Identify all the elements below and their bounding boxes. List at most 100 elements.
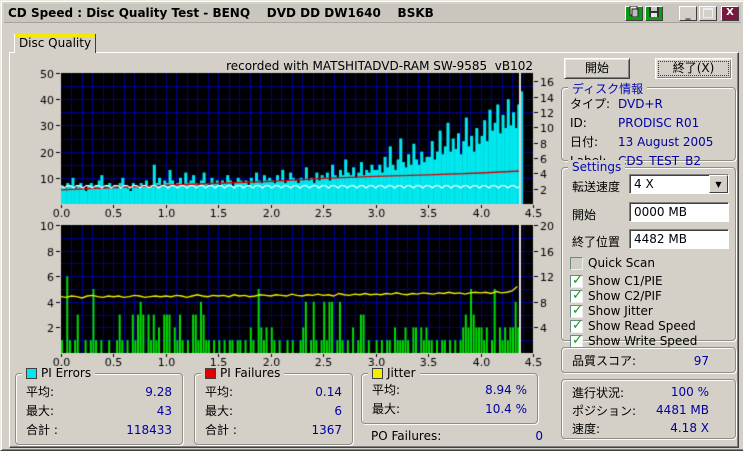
check-icon: ✓: [572, 287, 583, 303]
pi-errors-legend-swatch: [26, 367, 37, 379]
check-icon: ✓: [572, 317, 583, 333]
quality-score-label: 品質スコア:: [572, 354, 637, 368]
tab-label: Disc Quality: [18, 36, 92, 50]
po-failures-value: 0: [535, 428, 543, 443]
checkbox-box[interactable]: [570, 256, 583, 270]
show-jitter-checkbox[interactable]: ✓ Show Jitter: [570, 302, 653, 318]
position-value: 4481 MB: [656, 403, 709, 417]
checkbox-label: Show C2/PIF: [588, 289, 662, 303]
show-write-speed-checkbox[interactable]: ✓ Show Write Speed: [570, 332, 698, 348]
settings-box: Settings 転送速度 4 X ▼ 開始 0000 MB 終了位置 4482…: [561, 160, 736, 348]
check-icon: ✓: [572, 332, 583, 348]
jitter-title: Jitter: [387, 366, 416, 380]
start-pos-field[interactable]: 0000 MB: [629, 202, 729, 222]
checkbox-box[interactable]: ✓: [570, 287, 583, 303]
po-failures-row: PO Failures: 0: [363, 426, 551, 445]
jitter-legend-swatch: [372, 367, 383, 379]
checkbox-label: Show Read Speed: [588, 319, 696, 333]
disc-date-value: 13 August 2005: [618, 134, 714, 149]
progress-value: 100 %: [670, 385, 709, 399]
pi-errors-chart: [31, 60, 557, 222]
disc-id-value: PRODISC R01: [618, 115, 700, 130]
window-title: CD Speed : Disc Quality Test - BENQ DVD …: [8, 6, 434, 20]
progress-label: 進行状況:: [572, 385, 625, 400]
max-label: 最大:: [26, 404, 55, 418]
disc-type-value: DVD+R: [618, 96, 663, 111]
total-label: 合計 :: [26, 423, 58, 437]
minimize-icon: _: [685, 9, 691, 20]
checkbox-label: Show Jitter: [588, 304, 653, 318]
show-c1-pie-checkbox[interactable]: ✓ Show C1/PIE: [570, 272, 663, 288]
jitter-avg: 8.94 %: [485, 382, 527, 397]
disc-info-title: ディスク情報: [568, 80, 648, 97]
check-icon: ✓: [572, 302, 583, 318]
chevron-down-icon[interactable]: ▼: [709, 175, 728, 193]
minimize-button[interactable]: _: [679, 5, 697, 21]
checkbox-label: Quick Scan: [588, 256, 655, 270]
speed-label: 速度:: [572, 421, 601, 436]
check-icon: ✓: [572, 272, 583, 288]
avg-label: 平均:: [372, 383, 401, 397]
end-pos-field[interactable]: 4482 MB: [629, 229, 729, 249]
pi-failures-stats-box: PI Failures 平均: 0.14 最大: 6 合計 : 1367: [194, 366, 353, 445]
quick-scan-checkbox[interactable]: Quick Scan: [570, 256, 655, 270]
pi-errors-total: 118433: [126, 422, 172, 437]
jitter-max: 10.4 %: [485, 401, 527, 416]
disc-date-label: 日付:: [570, 135, 599, 149]
show-read-speed-checkbox[interactable]: ✓ Show Read Speed: [570, 317, 696, 333]
checkbox-box[interactable]: ✓: [570, 272, 583, 288]
copy-to-clipboard-button[interactable]: [625, 5, 643, 21]
settings-title: Settings: [568, 160, 626, 174]
position-label: ポジション:: [572, 403, 637, 418]
checkbox-box[interactable]: ✓: [570, 317, 583, 333]
show-c2-pif-checkbox[interactable]: ✓ Show C2/PIF: [570, 287, 662, 303]
progress-box: 進行状況: 100 % ポジション: 4481 MB 速度: 4.18 X: [561, 379, 736, 439]
pi-errors-max: 43: [156, 403, 172, 418]
disc-label-value: CDS_TEST_B2: [618, 153, 701, 168]
checkbox-box[interactable]: ✓: [570, 332, 583, 348]
po-failures-label: PO Failures:: [371, 428, 442, 443]
avg-label: 平均:: [26, 385, 55, 399]
disc-id-label: ID:: [570, 115, 587, 130]
start-pos-label: 開始: [572, 208, 597, 222]
max-label: 最大:: [372, 402, 401, 416]
checkbox-box[interactable]: ✓: [570, 302, 583, 318]
pi-failures-title: PI Failures: [220, 366, 281, 380]
quality-score-box: 品質スコア: 97: [561, 347, 736, 373]
jitter-stats-box: Jitter 平均: 8.94 % 最大: 10.4 %: [361, 366, 538, 424]
start-button[interactable]: 開始: [564, 58, 630, 79]
pi-failures-total: 1367: [311, 422, 342, 437]
speed-dropdown[interactable]: 4 X ▼: [629, 174, 729, 194]
floppy-disk-icon: [649, 6, 659, 20]
title-bar: CD Speed : Disc Quality Test - BENQ DVD …: [4, 4, 741, 23]
exit-button[interactable]: 終了(X): [655, 58, 732, 79]
maximize-icon: [703, 8, 713, 18]
disc-info-box: ディスク情報 タイプ: DVD+R ID: PRODISC R01 日付: 13 Au…: [561, 80, 736, 168]
quality-score-value: 97: [693, 353, 709, 368]
speed-value: 4 X: [634, 177, 654, 191]
pi-failures-max: 6: [334, 403, 342, 418]
end-pos-label: 終了位置: [572, 235, 621, 249]
speed-value: 4.18 X: [670, 421, 709, 435]
speed-label: 転送速度: [572, 180, 621, 194]
pi-failures-avg: 0.14: [315, 384, 342, 399]
checkbox-label: Show C1/PIE: [588, 274, 663, 288]
checkbox-label: Show Write Speed: [588, 334, 698, 348]
disc-type-label: タイプ:: [570, 97, 611, 111]
pi-errors-avg: 9.28: [145, 384, 172, 399]
app-window: CD Speed : Disc Quality Test - BENQ DVD …: [0, 0, 743, 451]
pi-errors-title: PI Errors: [41, 366, 92, 380]
pi-failures-legend-swatch: [205, 367, 216, 379]
tab-disc-quality[interactable]: Disc Quality: [14, 34, 96, 53]
save-screenshot-button[interactable]: [645, 5, 663, 21]
pi-failures-jitter-chart: [31, 217, 557, 369]
maximize-button[interactable]: [699, 5, 717, 21]
close-button[interactable]: X: [721, 5, 739, 21]
avg-label: 平均:: [205, 385, 234, 399]
clipboard-icon: [629, 5, 639, 20]
pi-errors-stats-box: PI Errors 平均: 9.28 最大: 43 合計 : 118433: [15, 366, 183, 445]
total-label: 合計 :: [205, 423, 237, 437]
close-icon: X: [726, 7, 734, 18]
max-label: 最大:: [205, 404, 234, 418]
active-tab-stripe: [15, 34, 95, 37]
